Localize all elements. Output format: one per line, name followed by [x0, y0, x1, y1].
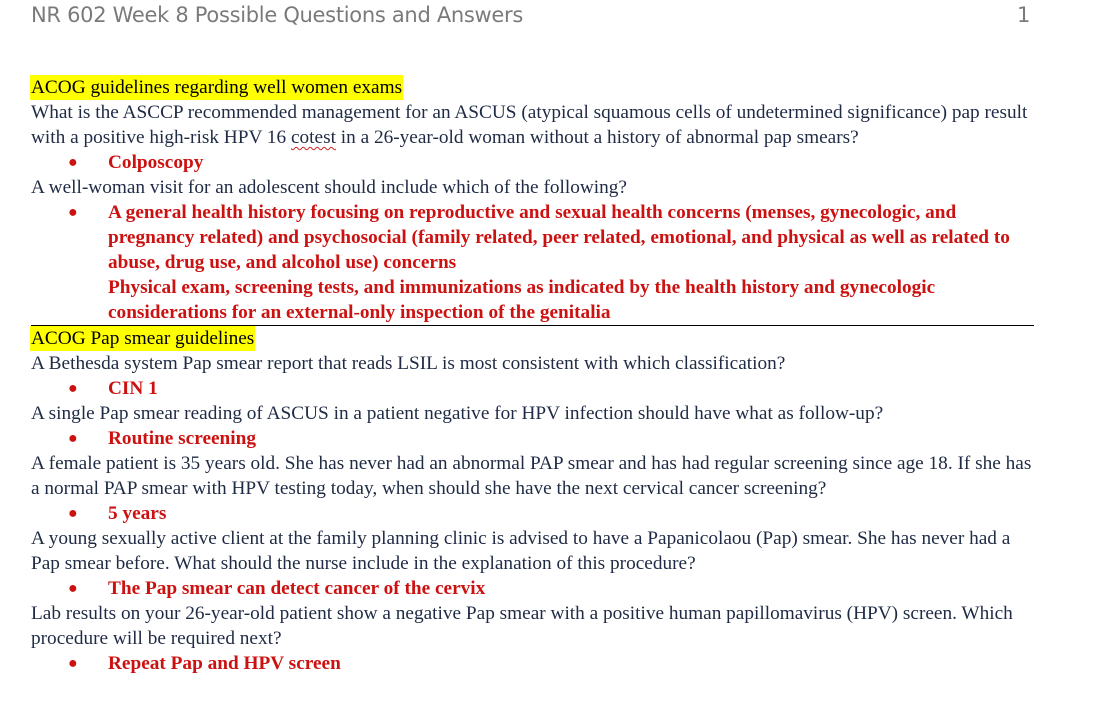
bullet-icon: ●: [68, 580, 78, 597]
bullet-icon: ●: [68, 154, 78, 171]
question: Lab results on your 26-year-old patient …: [31, 603, 1013, 649]
bullet-icon: ●: [68, 505, 78, 522]
document-body: ACOG guidelines regarding well women exa…: [30, 75, 1034, 676]
answer-text: A general health history focusing on rep…: [108, 202, 1010, 273]
answer-text: 5 years: [108, 503, 167, 524]
answer-text: Colposcopy: [108, 152, 204, 173]
bullet-icon: ●: [68, 380, 78, 397]
question: A female patient is 35 years old. She ha…: [31, 453, 1032, 499]
spellcheck-underlined-word[interactable]: cotest: [291, 127, 336, 148]
question: A Bethesda system Pap smear report that …: [31, 353, 786, 374]
answer-item: ● Repeat Pap and HPV screen: [31, 651, 1033, 676]
highlighted-heading: ACOG guidelines regarding well women exa…: [30, 75, 404, 100]
answer-list: ● CIN 1: [31, 376, 1033, 401]
answer-item: ● The Pap smear can detect cancer of the…: [31, 576, 1033, 601]
answer-list: ● Colposcopy: [31, 150, 1033, 175]
answer-list: ● A general health history focusing on r…: [31, 200, 1033, 325]
bullet-icon: ●: [68, 430, 78, 447]
answer-list: ● The Pap smear can detect cancer of the…: [31, 576, 1033, 601]
question: A well-woman visit for an adolescent sho…: [31, 177, 627, 198]
answer-text-continued: Physical exam, screening tests, and immu…: [108, 277, 936, 323]
answer-item: ● Colposcopy: [31, 150, 1033, 175]
bullet-icon: ●: [68, 204, 78, 221]
section-well-women-exams: ACOG guidelines regarding well women exa…: [30, 75, 1033, 325]
answer-item: ● 5 years: [31, 501, 1033, 526]
answer-list: ● 5 years: [31, 501, 1033, 526]
question: A single Pap smear reading of ASCUS in a…: [31, 403, 884, 424]
section-pap-smear-guidelines: ACOG Pap smear guidelines A Bethesda sys…: [30, 326, 1033, 676]
bullet-icon: ●: [68, 655, 78, 672]
answer-text: Repeat Pap and HPV screen: [108, 653, 341, 674]
answer-text: CIN 1: [108, 378, 158, 399]
question: A young sexually active client at the fa…: [31, 528, 1011, 574]
section-heading: ACOG guidelines regarding well women exa…: [30, 75, 1033, 100]
question: What is the ASCCP recommended management…: [31, 102, 1028, 148]
page-header: NR 602 Week 8 Possible Questions and Ans…: [31, 0, 1031, 30]
answer-list: ● Repeat Pap and HPV screen: [31, 651, 1033, 676]
answer-list: ● Routine screening: [31, 426, 1033, 451]
answer-text: The Pap smear can detect cancer of the c…: [108, 578, 486, 599]
document-title: NR 602 Week 8 Possible Questions and Ans…: [31, 3, 524, 27]
answer-item: ● CIN 1: [31, 376, 1033, 401]
answer-text: Routine screening: [108, 428, 256, 449]
highlighted-heading: ACOG Pap smear guidelines: [30, 326, 256, 351]
section-heading: ACOG Pap smear guidelines: [30, 326, 1033, 351]
answer-item: ● A general health history focusing on r…: [31, 200, 1033, 325]
answer-item: ● Routine screening: [31, 426, 1033, 451]
page-number: 1: [1017, 3, 1031, 27]
